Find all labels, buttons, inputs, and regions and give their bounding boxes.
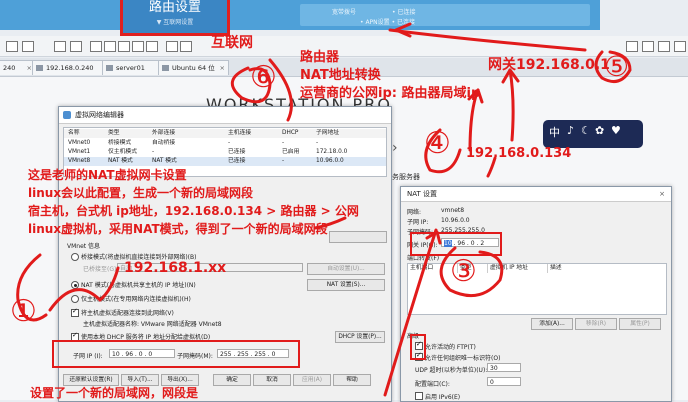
annotation-step-5: ⑤ bbox=[604, 50, 630, 83]
arrow-line bbox=[383, 228, 438, 397]
annotation-host-ip: 192.168.0.134 bbox=[466, 146, 572, 161]
annotation-note-3: 宿主机，台式机 ip地址，192.168.0.134 > 路由器 > 公网 bbox=[28, 204, 359, 218]
annotation-nat: NAT地址转换 bbox=[300, 68, 381, 83]
arrowhead bbox=[394, 22, 412, 38]
annotation-note-1: 这是老师的NAT虚拟网卡设置 bbox=[28, 168, 187, 182]
annotation-step-3: ③ bbox=[450, 254, 477, 289]
annotation-public-ip: 运营商的公网ip: 路由器局域ip bbox=[300, 86, 481, 101]
annotation-internet: 互联网 bbox=[211, 35, 253, 51]
annotation-step-1: ① bbox=[10, 294, 37, 329]
annotation-router: 路由器 bbox=[300, 50, 340, 65]
arrow-line bbox=[388, 28, 587, 52]
annotation-bottom-note: 设置了一个新的局域网，网段是 bbox=[30, 386, 199, 400]
arrow-line bbox=[508, 68, 515, 142]
checkmark-stroke bbox=[48, 266, 120, 312]
annotation-note-2: linux会以此配置，生成一个新的局域网段 bbox=[28, 186, 254, 200]
annotation-gateway: 网关192.168.0.1 bbox=[488, 57, 610, 73]
annotation-subnet: 192.168.1.xx bbox=[124, 260, 227, 276]
annotation-step-6: ⑥ bbox=[250, 60, 277, 95]
annotation-note-4: linux虚拟机，采用NAT模式，得到了一个新的局域网段 bbox=[28, 222, 328, 236]
annotation-step-4: ④ bbox=[424, 126, 451, 161]
